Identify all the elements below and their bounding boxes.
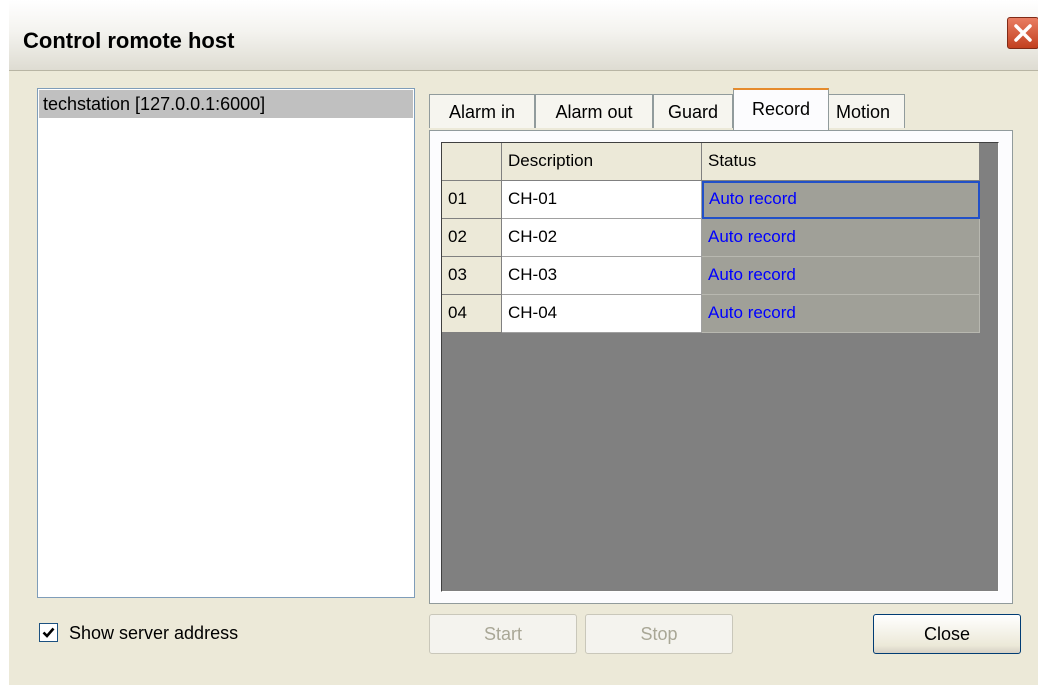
description-cell[interactable]: CH-04 bbox=[502, 295, 702, 333]
tab-alarm-out[interactable]: Alarm out bbox=[535, 94, 653, 128]
title-close-button[interactable] bbox=[1007, 17, 1038, 49]
host-list[interactable]: techstation [127.0.0.1:6000] bbox=[37, 88, 415, 598]
window-title: Control romote host bbox=[23, 28, 235, 53]
status-cell[interactable]: Auto record bbox=[702, 219, 980, 257]
show-server-address-label: Show server address bbox=[69, 623, 239, 643]
row-header[interactable]: 03 bbox=[442, 257, 502, 295]
tab-guard[interactable]: Guard bbox=[653, 94, 733, 128]
record-grid[interactable]: Description Status 01 CH-01 Auto record … bbox=[441, 142, 999, 592]
checkmark-icon bbox=[42, 627, 55, 638]
status-cell[interactable]: Auto record bbox=[702, 181, 980, 219]
host-list-item[interactable]: techstation [127.0.0.1:6000] bbox=[39, 90, 413, 118]
control-remote-host-dialog: Control romote host techstation [127.0.0… bbox=[8, 0, 1038, 685]
status-cell[interactable]: Auto record bbox=[702, 295, 980, 333]
column-header-description[interactable]: Description bbox=[502, 143, 702, 181]
record-tab-panel: Description Status 01 CH-01 Auto record … bbox=[429, 130, 1013, 604]
row-header[interactable]: 02 bbox=[442, 219, 502, 257]
row-header[interactable]: 01 bbox=[442, 181, 502, 219]
show-server-address-checkbox[interactable] bbox=[39, 623, 58, 642]
row-header[interactable]: 04 bbox=[442, 295, 502, 333]
description-cell[interactable]: CH-01 bbox=[502, 181, 702, 219]
description-cell[interactable]: CH-02 bbox=[502, 219, 702, 257]
grid-corner-header bbox=[442, 143, 502, 181]
tab-alarm-in[interactable]: Alarm in bbox=[429, 94, 535, 128]
start-button[interactable]: Start bbox=[429, 614, 577, 654]
close-button[interactable]: Close bbox=[873, 614, 1021, 654]
tab-record[interactable]: Record bbox=[733, 88, 829, 132]
title-bar[interactable]: Control romote host bbox=[9, 0, 1038, 71]
tab-motion[interactable]: Motion bbox=[821, 94, 905, 128]
close-icon bbox=[1014, 24, 1032, 42]
description-cell[interactable]: CH-03 bbox=[502, 257, 702, 295]
status-cell[interactable]: Auto record bbox=[702, 257, 980, 295]
column-header-status[interactable]: Status bbox=[702, 143, 980, 181]
stop-button[interactable]: Stop bbox=[585, 614, 733, 654]
